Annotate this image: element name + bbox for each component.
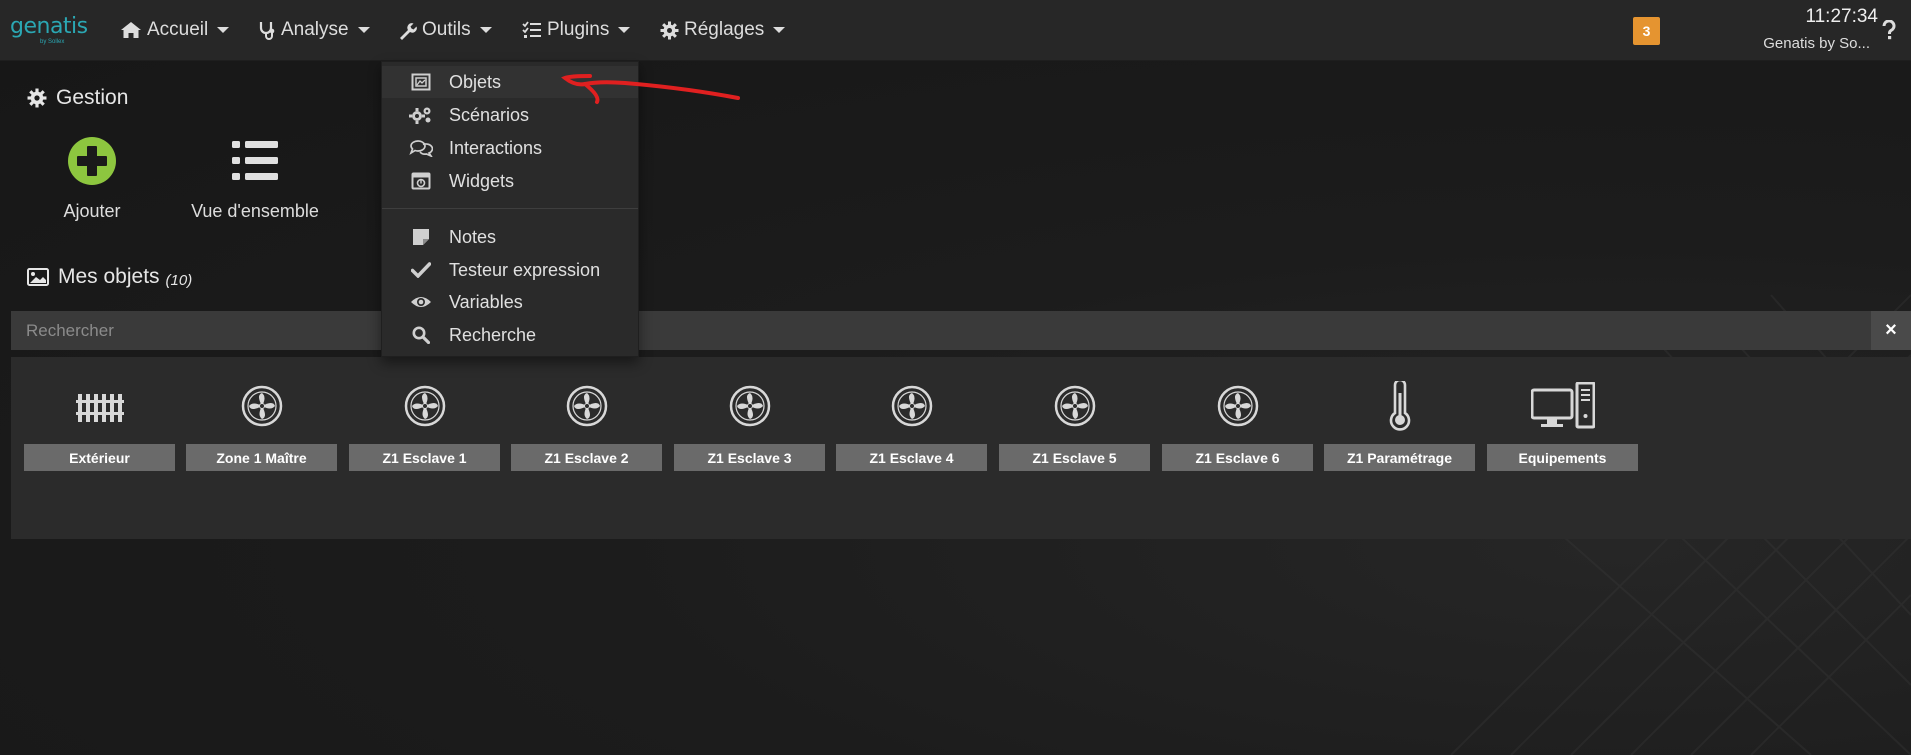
- fan-icon: [891, 385, 932, 427]
- menu-item-label: Scénarios: [449, 104, 530, 125]
- menu-item-label: Recherche: [449, 324, 537, 345]
- object-label: Z1 Esclave 6: [1162, 444, 1313, 471]
- menu-item-recherche[interactable]: Recherche: [382, 319, 638, 351]
- chevron-down-icon: [217, 27, 230, 33]
- chevron-down-icon: [618, 27, 631, 33]
- my-objects-heading: Mes objets (10): [27, 265, 192, 289]
- search-input[interactable]: [11, 311, 1871, 350]
- list-icon: [232, 141, 278, 180]
- thermometer-icon: [1389, 381, 1410, 431]
- object-card-z1-esclave-1[interactable]: Z1 Esclave 1: [349, 379, 500, 471]
- comments-icon: [409, 140, 433, 157]
- object-label: Z1 Esclave 1: [349, 444, 500, 471]
- nav-outils[interactable]: Outils: [398, 0, 492, 60]
- object-card-z1-esclave-2[interactable]: Z1 Esclave 2: [511, 379, 662, 471]
- object-label: Z1 Paramétrage: [1324, 444, 1475, 471]
- menu-item-variables[interactable]: Variables: [382, 286, 638, 318]
- objects-icon: [411, 73, 431, 91]
- cogs-icon: [409, 107, 431, 124]
- tasks-icon: [522, 21, 541, 38]
- current-time: 11:27:34: [1805, 6, 1878, 27]
- object-card-z1-esclave-3[interactable]: Z1 Esclave 3: [674, 379, 825, 471]
- nav-plugins-label: Plugins: [547, 19, 610, 40]
- object-label: Zone 1 Maître: [186, 444, 337, 471]
- nav-accueil-label: Accueil: [147, 19, 209, 40]
- fan-icon: [566, 385, 607, 427]
- nav-analyse-label: Analyse: [281, 19, 349, 40]
- object-label: Z1 Esclave 4: [836, 444, 987, 471]
- clear-search-button[interactable]: ×: [1871, 311, 1911, 350]
- object-card-equipements[interactable]: Equipements: [1487, 379, 1638, 471]
- gear-icon: [27, 88, 47, 108]
- nav-reglages[interactable]: Réglages: [660, 0, 786, 60]
- annotation-arrow: [561, 74, 740, 104]
- object-label: Z1 Esclave 3: [674, 444, 825, 471]
- chevron-down-icon: [357, 27, 370, 33]
- chevron-down-icon: [773, 27, 786, 33]
- menu-item-label: Testeur expression: [449, 259, 601, 280]
- nav-plugins[interactable]: Plugins: [522, 0, 631, 60]
- user-menu[interactable]: Genatis by So...: [1740, 35, 1870, 52]
- object-card-z1-parametrage[interactable]: Z1 Paramétrage: [1324, 379, 1475, 471]
- overview-label: Vue d'ensemble: [191, 201, 319, 221]
- menu-item-interactions[interactable]: Interactions: [382, 132, 638, 164]
- genatis-logo[interactable]: genatis by Sollex: [10, 14, 94, 45]
- fan-icon: [1217, 385, 1258, 427]
- notification-badge[interactable]: 3: [1633, 17, 1660, 45]
- menu-item-widgets[interactable]: Widgets: [382, 165, 638, 197]
- eye-icon: [411, 297, 431, 307]
- gear-icon: [660, 21, 679, 39]
- object-card-z1-esclave-4[interactable]: Z1 Esclave 4: [836, 379, 987, 471]
- menu-item-label: Variables: [449, 291, 523, 312]
- search-icon: [412, 326, 430, 344]
- fan-icon: [1054, 385, 1095, 427]
- wrench-icon: [400, 22, 417, 40]
- computer-icon: [1530, 382, 1595, 429]
- add-object-button[interactable]: Ajouter: [52, 136, 132, 222]
- widget-icon: [411, 172, 431, 190]
- object-label: Extérieur: [24, 444, 175, 471]
- menu-divider: [382, 208, 638, 209]
- menu-item-label: Objets: [449, 71, 502, 92]
- stethoscope-icon: [259, 22, 275, 40]
- fan-icon: [241, 385, 282, 427]
- menu-item-testeur-expression[interactable]: Testeur expression: [382, 254, 638, 286]
- brand-name: genatis: [10, 14, 88, 39]
- object-card-z1-esclave-6[interactable]: Z1 Esclave 6: [1162, 379, 1313, 471]
- menu-item-label: Interactions: [449, 137, 543, 158]
- image-icon: [27, 268, 49, 286]
- object-card-zone1-maitre[interactable]: Zone 1 Maître: [186, 379, 337, 471]
- help-icon[interactable]: [1880, 19, 1898, 45]
- objects-count: (10): [165, 271, 193, 289]
- menu-item-label: Notes: [449, 226, 497, 247]
- gestion-title: Gestion: [56, 86, 129, 109]
- menu-item-notes[interactable]: Notes: [382, 221, 638, 253]
- object-card-z1-esclave-5[interactable]: Z1 Esclave 5: [999, 379, 1150, 471]
- objects-panel: Extérieur Zone 1 Maître Z1 Esclave 1 Z1 …: [11, 357, 1911, 539]
- nav-outils-label: Outils: [422, 19, 471, 40]
- object-label: Z1 Esclave 2: [511, 444, 662, 471]
- overview-button[interactable]: Vue d'ensemble: [190, 136, 320, 222]
- chevron-down-icon: [479, 27, 492, 33]
- gestion-heading: Gestion: [27, 86, 128, 110]
- fan-icon: [404, 385, 445, 427]
- nav-reglages-label: Réglages: [684, 19, 765, 40]
- plus-circle-icon: [68, 137, 116, 185]
- check-icon: [411, 262, 431, 278]
- nav-analyse[interactable]: Analyse: [258, 0, 370, 60]
- add-label: Ajouter: [63, 201, 121, 221]
- object-label: Z1 Esclave 5: [999, 444, 1150, 471]
- nav-accueil[interactable]: Accueil: [120, 0, 230, 60]
- fence-icon: [75, 394, 124, 422]
- brand-tagline: by Sollex: [40, 39, 65, 45]
- note-icon: [413, 229, 429, 245]
- menu-item-label: Widgets: [449, 170, 515, 191]
- my-objects-title: Mes objets: [58, 265, 160, 288]
- object-card-exterieur[interactable]: Extérieur: [24, 379, 175, 471]
- top-navbar: genatis by Sollex Accueil Analyse Outils: [0, 0, 1911, 61]
- home-icon: [121, 22, 141, 38]
- object-label: Equipements: [1487, 444, 1638, 471]
- header-clock: 11:27:34 Genatis by So...: [1740, 6, 1900, 52]
- fan-icon: [729, 385, 770, 427]
